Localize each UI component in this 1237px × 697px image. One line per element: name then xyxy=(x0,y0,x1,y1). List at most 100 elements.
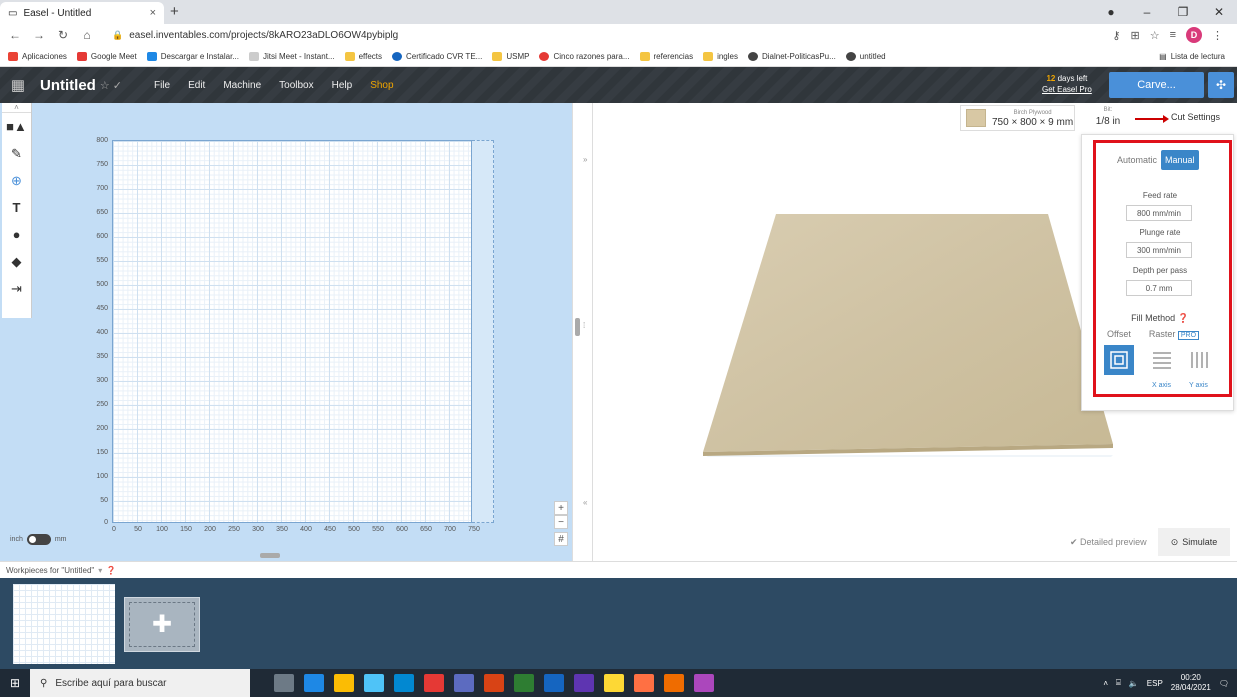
profile-dot-icon[interactable]: ● xyxy=(1093,5,1129,19)
explorer-icon[interactable] xyxy=(364,674,384,692)
menu-file[interactable]: File xyxy=(154,80,170,91)
chevron-up-icon[interactable]: ˄ xyxy=(1103,679,1108,688)
raster-y-icon[interactable] xyxy=(1185,345,1215,375)
pen-icon[interactable]: ✎ xyxy=(2,140,31,167)
sticky-notes-icon[interactable] xyxy=(604,674,624,692)
bookmark-item[interactable]: Jitsi Meet - Instant... xyxy=(249,51,335,61)
box-icon[interactable]: ◆ xyxy=(2,248,31,275)
bookmark-item[interactable]: USMP xyxy=(492,51,529,61)
target-icon[interactable]: ⊕ xyxy=(2,167,31,194)
material-selector[interactable]: Birch Plywood 750 × 800 × 9 mm xyxy=(960,105,1075,131)
raster-x-icon[interactable] xyxy=(1147,345,1177,375)
bookmark-item[interactable]: referencias xyxy=(639,51,693,61)
url-field[interactable]: 🔒 easel.inventables.com/projects/8kARO23… xyxy=(104,26,1102,44)
windows-start-icon[interactable]: ⊞ xyxy=(0,669,30,697)
word-icon[interactable] xyxy=(544,674,564,692)
translate-icon[interactable]: ⊞ xyxy=(1130,29,1139,42)
avatar[interactable]: D xyxy=(1186,27,1202,43)
chevron-right-icon[interactable]: » xyxy=(583,155,587,164)
playlist-icon[interactable]: ≡ xyxy=(1170,29,1176,41)
star-icon[interactable]: ☆ xyxy=(1150,29,1160,42)
language-indicator[interactable]: ESP xyxy=(1147,679,1163,688)
store-icon[interactable] xyxy=(394,674,414,692)
detailed-preview-toggle[interactable]: ✔ Detailed preview xyxy=(1070,537,1147,548)
chrome-active-icon[interactable] xyxy=(634,674,654,692)
manual-tab[interactable]: Manual xyxy=(1161,150,1199,170)
bookmark-item[interactable]: effects xyxy=(344,51,382,61)
reload-icon[interactable]: ↻ xyxy=(56,28,70,42)
excel-icon[interactable] xyxy=(514,674,534,692)
bookmark-item[interactable]: ingles xyxy=(703,51,738,61)
chrome-icon[interactable] xyxy=(334,674,354,692)
new-tab-button[interactable]: + xyxy=(170,3,179,20)
depth-input[interactable]: 0.7 mm xyxy=(1126,280,1192,296)
workpiece-grid[interactable] xyxy=(112,140,472,523)
close-window-icon[interactable]: ✕ xyxy=(1201,5,1237,19)
key-icon[interactable]: ⚷ xyxy=(1112,29,1120,42)
taskbar-search[interactable]: ⚲ Escribe aquí para buscar xyxy=(30,669,250,697)
simulate-button[interactable]: ⊙ Simulate xyxy=(1158,528,1230,556)
menu-shop[interactable]: Shop xyxy=(370,80,393,91)
text-icon[interactable]: T xyxy=(2,194,31,221)
home-icon[interactable]: ⌂ xyxy=(80,28,94,42)
project-title[interactable]: Untitled xyxy=(40,77,96,94)
offset-tab[interactable]: Offset xyxy=(1107,329,1131,339)
menu-edit[interactable]: Edit xyxy=(188,80,205,91)
cut-settings-button[interactable]: Cut Settings xyxy=(1171,112,1220,122)
menu-help[interactable]: Help xyxy=(332,80,353,91)
more-menu-icon[interactable]: ⋮ xyxy=(1212,29,1223,42)
back-icon[interactable]: ← xyxy=(8,28,22,42)
feed-rate-input[interactable]: 800 mm/min xyxy=(1126,205,1192,221)
easel-logo-icon[interactable]: ▦ xyxy=(0,67,36,103)
collapse-icon[interactable]: ˄ xyxy=(2,103,31,113)
fusion-icon[interactable] xyxy=(664,674,684,692)
zoom-in-button[interactable]: + xyxy=(554,501,568,515)
bookmark-item[interactable]: Dialnet-PoliticasPu... xyxy=(747,51,836,61)
raster-tab[interactable]: Raster PRO xyxy=(1149,329,1200,340)
horizontal-scrollbar[interactable] xyxy=(260,553,280,558)
clock[interactable]: 00:20 28/04/2021 xyxy=(1171,673,1211,693)
forward-icon[interactable]: → xyxy=(32,28,46,42)
browser-tab[interactable]: ▭ Easel - Untitled × xyxy=(0,2,164,24)
menu-machine[interactable]: Machine xyxy=(223,80,261,91)
add-workpiece-button[interactable]: ✚ xyxy=(124,597,200,652)
bookmark-item[interactable]: Cinco razones para... xyxy=(539,51,630,61)
plunge-rate-input[interactable]: 300 mm/min xyxy=(1126,242,1192,258)
minimize-icon[interactable]: – xyxy=(1129,5,1165,19)
network-icon[interactable]: ⌸ xyxy=(1116,678,1121,688)
paint-icon[interactable] xyxy=(694,674,714,692)
bookmark-item[interactable]: Google Meet xyxy=(76,51,137,61)
help-icon[interactable]: ❓ xyxy=(1178,313,1189,323)
reading-list[interactable]: ▤ Lista de lectura xyxy=(1159,52,1229,61)
get-pro-link[interactable]: Get Easel Pro xyxy=(1042,85,1092,94)
unit-toggle[interactable]: inch mm xyxy=(10,534,67,545)
carve-button[interactable]: Carve... xyxy=(1109,72,1204,98)
jog-icon[interactable]: ✣ xyxy=(1208,72,1234,98)
teams-icon[interactable] xyxy=(574,674,594,692)
restore-icon[interactable]: ❐ xyxy=(1165,5,1201,19)
shapes-icon[interactable]: ■▲ xyxy=(2,113,31,140)
chevron-left-icon[interactable]: « xyxy=(583,498,587,507)
volume-icon[interactable]: 🔈 xyxy=(1129,679,1139,688)
acrobat-icon[interactable] xyxy=(424,674,444,692)
task-view-icon[interactable] xyxy=(274,674,294,692)
unit-switch[interactable] xyxy=(26,534,51,545)
notifications-icon[interactable]: 🗨 xyxy=(1219,679,1229,688)
resize-handle[interactable] xyxy=(575,318,580,336)
edge-icon[interactable] xyxy=(304,674,324,692)
app-icon[interactable] xyxy=(454,674,474,692)
bookmark-item[interactable]: untitled xyxy=(845,51,886,61)
dropdown-icon[interactable]: ▾ xyxy=(98,566,102,575)
help-icon[interactable]: ❓ xyxy=(106,566,116,575)
workpiece-thumbnail[interactable] xyxy=(13,584,115,664)
bookmark-item[interactable]: Aplicaciones xyxy=(8,51,67,61)
bit-selector[interactable]: Bit: 1/8 in xyxy=(1078,105,1138,131)
close-tab-icon[interactable]: × xyxy=(150,7,156,19)
automatic-tab[interactable]: Automatic xyxy=(1117,155,1157,165)
grid-toggle-icon[interactable]: # xyxy=(554,532,568,546)
menu-toolbox[interactable]: Toolbox xyxy=(279,80,313,91)
import-icon[interactable]: ⇥ xyxy=(2,275,31,302)
zoom-out-button[interactable]: − xyxy=(554,515,568,529)
bookmark-item[interactable]: Certificado CVR TE... xyxy=(392,51,482,61)
drag-dots-icon[interactable]: ⁞ xyxy=(583,321,585,330)
